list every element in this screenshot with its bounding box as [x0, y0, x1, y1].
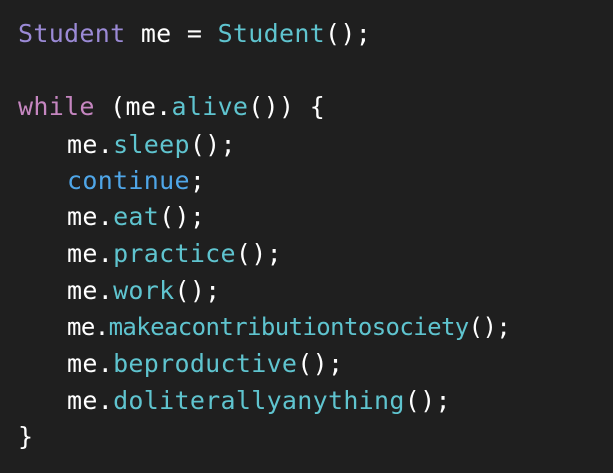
- function-token: beproductive: [113, 349, 298, 378]
- punctuation-token: ();: [159, 202, 206, 231]
- punctuation-token: ();: [325, 19, 372, 48]
- constructor-token: Student: [217, 19, 326, 48]
- object-token: me.: [67, 239, 114, 268]
- code-line-closing-brace: }: [18, 419, 33, 455]
- object-token: me.: [67, 276, 114, 305]
- object-token: me.: [67, 386, 114, 415]
- code-line-eat: me.eat();: [67, 199, 205, 235]
- code-line-sleep: me.sleep();: [67, 127, 236, 163]
- function-token: eat: [113, 202, 160, 231]
- code-line-beproductive: me.beproductive();: [67, 346, 343, 382]
- function-token: makeacontributiontosociety: [108, 313, 470, 341]
- punctuation-token: ();: [235, 239, 282, 268]
- function-token: practice: [113, 239, 236, 268]
- code-editor: Student me = Student(); while (me.alive(…: [0, 0, 613, 473]
- function-token: alive: [171, 92, 249, 121]
- code-line-practice: me.practice();: [67, 236, 282, 272]
- code-line-while: while (me.alive()) {: [18, 89, 325, 125]
- closing-brace-token: }: [18, 422, 34, 451]
- punctuation-token: ;: [189, 166, 206, 195]
- punctuation-token: ();: [297, 349, 344, 378]
- punctuation-token: ();: [174, 276, 221, 305]
- variable-token: me =: [125, 19, 218, 48]
- type-token: Student: [18, 19, 126, 48]
- code-line-work: me.work();: [67, 273, 221, 309]
- object-token: me.: [67, 313, 109, 341]
- object-token: me.: [67, 349, 114, 378]
- code-line-continue: continue;: [67, 163, 205, 199]
- condition-close-token: ()) {: [248, 92, 326, 121]
- keyword-token: while: [18, 92, 95, 121]
- punctuation-token: ();: [189, 130, 236, 159]
- code-line-contribution: me.makeacontributiontosociety();: [67, 309, 511, 345]
- code-line-declaration: Student me = Student();: [18, 16, 371, 52]
- keyword-token: continue: [67, 166, 190, 195]
- function-token: sleep: [113, 130, 190, 159]
- punctuation-token: ();: [404, 386, 451, 415]
- object-token: me.: [67, 130, 114, 159]
- punctuation-token: ();: [468, 313, 511, 341]
- function-token: work: [113, 276, 175, 305]
- object-token: me.: [67, 202, 114, 231]
- code-line-doliterallyanything: me.doliterallyanything();: [67, 383, 451, 419]
- condition-open-token: (me.: [94, 92, 172, 121]
- function-token: doliterallyanything: [113, 386, 405, 415]
